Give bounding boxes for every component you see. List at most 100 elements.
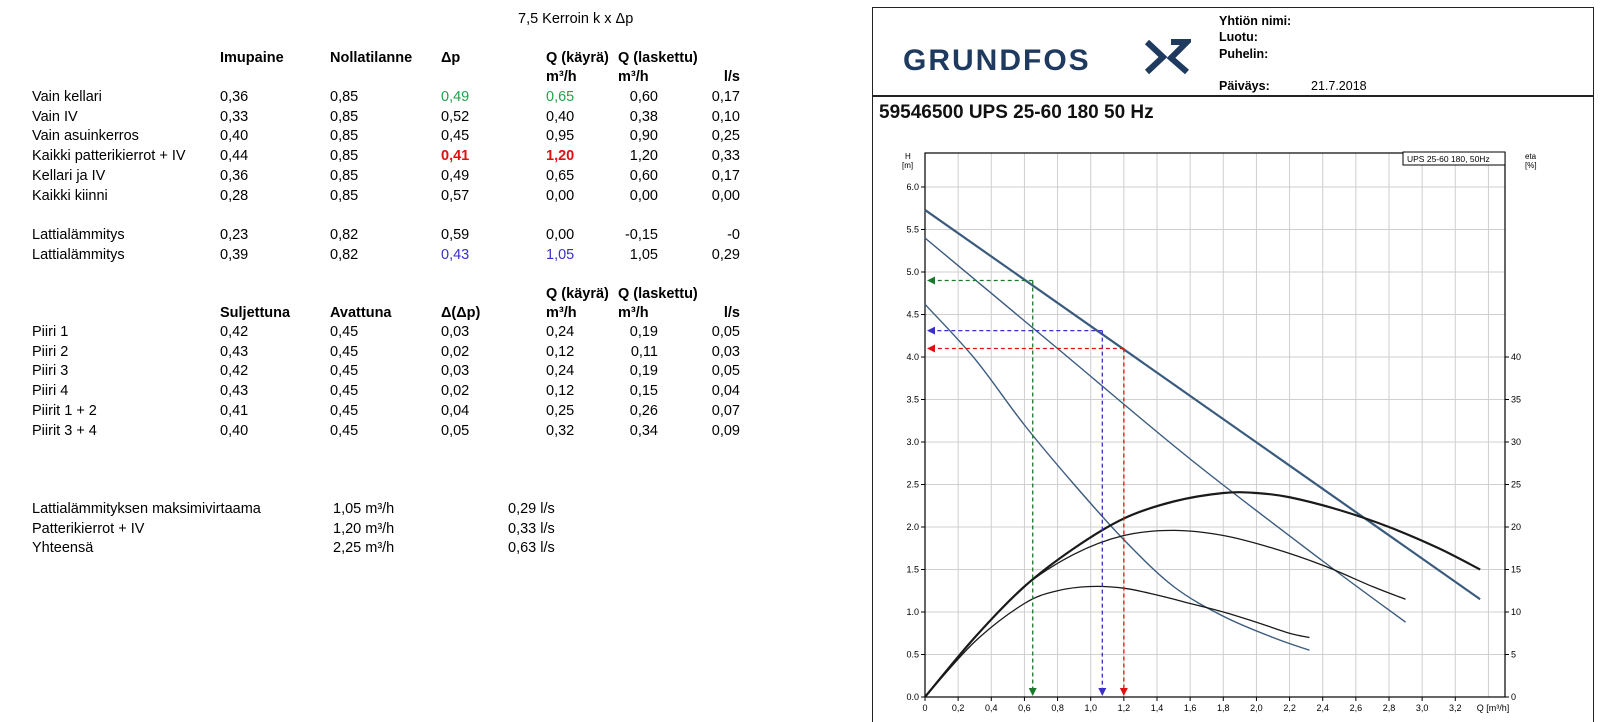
table-cell: 0,39 (220, 246, 249, 263)
table-cell: -0,15 (624, 227, 658, 243)
table-cell: 0,04 (441, 402, 470, 419)
summary-label: Patterikierrot + IV (32, 520, 145, 537)
table-cell: 0,45 (441, 128, 470, 145)
table-cell: 0,45 (330, 363, 359, 380)
table-cell: 0,02 (441, 343, 470, 360)
row-label: Piiri 3 (32, 363, 69, 380)
col-header: Suljettuna (220, 305, 291, 321)
table-cell: 0,00 (546, 187, 575, 204)
x-axis-label: Q [m³/h] (1477, 703, 1510, 713)
table-cell: 0,33 (711, 148, 740, 165)
date-label: Päiväys: (1219, 79, 1270, 93)
x-tick-label: 2,0 (1250, 703, 1263, 713)
table-cell: 0,03 (711, 343, 740, 360)
table-cell: 0,15 (629, 383, 658, 400)
table-cell: 0,85 (330, 128, 359, 145)
table-cell: 0,17 (711, 167, 740, 184)
table-cell: 1,05 (629, 246, 658, 263)
y2-axis-label: eta (1525, 152, 1537, 161)
table-cell: 0,43 (220, 383, 249, 400)
table-cell: 0,43 (441, 246, 470, 263)
summary-ls: 0,29 l/s (508, 501, 555, 517)
pump-curve-chart: 0.0 0.5 1.0 1.5 2.0 2.5 3.0 3.5 4.0 4.5 5.0 5.5 6.0 0… (902, 151, 1537, 713)
x-tick-label: 1,6 (1184, 703, 1197, 713)
summary-label: Lattialämmityksen maksimivirtaama (32, 501, 261, 517)
model-title: 59546500 UPS 25-60 180 50 Hz (879, 102, 1154, 123)
table-cell: 0,52 (441, 108, 470, 125)
x-tick-label: 0,8 (1051, 703, 1064, 713)
table-cell: 0,95 (546, 128, 575, 145)
unit-header: m³/h (618, 69, 649, 85)
operating-point-v-arrow (1028, 688, 1037, 696)
y-tick-label: 0.5 (906, 650, 919, 660)
kerroin-label: 7,5 Kerroin k x Δp (518, 11, 634, 27)
table-cell: 0,45 (330, 402, 359, 419)
summary-ls: 0,63 l/s (508, 540, 555, 556)
efficiency-curve (924, 529, 1406, 698)
summary-ls: 0,33 l/s (508, 520, 555, 537)
x-tick-label: 1,0 (1084, 703, 1097, 713)
y-tick-label: 1.0 (906, 607, 919, 617)
table-cell: 0,40 (546, 108, 575, 125)
pump-datasheet: GRUNDFOS Yhtiön nimi: Luotu: Puhelin: Pä… (872, 7, 1594, 722)
y2-tick-label: 20 (1511, 522, 1521, 532)
operating-point-h-arrow (927, 276, 935, 285)
row-label: Vain kellari (32, 89, 102, 105)
y2-tick-label: 35 (1511, 395, 1521, 405)
table-cell: 0,34 (629, 422, 658, 439)
table-cell: 0,24 (546, 324, 575, 340)
table-cell: 0,29 (711, 246, 740, 263)
grundfos-logo-text: GRUNDFOS (903, 44, 1091, 77)
summary-flow: 1,05 m³/h (333, 501, 395, 517)
efficiency-curve (924, 491, 1481, 698)
x-tick-label: 1,2 (1118, 703, 1131, 713)
operating-point-v-arrow (1098, 688, 1107, 696)
y-tick-label: 1.5 (906, 565, 919, 575)
phone-label: Puhelin: (1219, 47, 1269, 61)
y2-axis-label-unit: [%] (1525, 161, 1537, 170)
table-cell: 0,41 (220, 402, 249, 419)
table-cell: 0,12 (546, 383, 575, 400)
col-header: Q (laskettu) (618, 50, 698, 66)
table-cell: 0,24 (546, 363, 575, 380)
row-label: Kellari ja IV (32, 167, 106, 184)
table-cell: 0,25 (711, 128, 740, 145)
table-cell: 0,12 (546, 343, 575, 360)
table-cell: 0,45 (330, 422, 359, 439)
table-cell: 0,00 (711, 187, 740, 204)
row-label: Kaikki kiinni (32, 187, 108, 204)
table-cell: 0,02 (441, 383, 470, 400)
table-cell: 0,04 (711, 383, 740, 400)
y2-tick-label: 10 (1511, 607, 1521, 617)
unit-header: m³/h (546, 305, 577, 321)
x-tick-label: 0 (922, 703, 927, 713)
col-header: Nollatilanne (330, 50, 413, 66)
table-cell: 0,85 (330, 167, 359, 184)
table-cell: 0,07 (711, 402, 740, 419)
y-tick-label: 4.0 (906, 352, 919, 362)
table-cell: 0,85 (330, 187, 359, 204)
y2-tick-label: 15 (1511, 565, 1521, 575)
y-tick-label: 3.0 (906, 437, 919, 447)
table-cell: 0,09 (711, 422, 740, 439)
table-cell: 0,26 (629, 402, 658, 419)
operating-point-v-arrow (1119, 688, 1128, 696)
created-label: Luotu: (1219, 30, 1258, 44)
table-cell: 1,05 (546, 246, 575, 263)
table-cell: 0,49 (441, 89, 470, 105)
table-cell: 0,85 (330, 148, 359, 165)
row-label: Lattialämmitys (32, 246, 125, 263)
x-tick-label: 2,8 (1383, 703, 1396, 713)
grundfos-logo-icon (1144, 39, 1191, 75)
table-cell: 0,19 (629, 363, 658, 380)
legend-text: UPS 25-60 180, 50Hz (1407, 154, 1490, 164)
x-tick-label: 3,0 (1416, 703, 1429, 713)
y-axis-label-unit: [m] (902, 161, 913, 170)
row-label: Vain asuinkerros (32, 128, 139, 145)
row-label: Piirit 1 + 2 (32, 402, 97, 419)
table-cell: 0,33 (220, 108, 249, 125)
x-tick-label: 1,8 (1217, 703, 1230, 713)
head-curve (924, 237, 1406, 623)
head-curve (924, 303, 1310, 651)
y2-tick-label: 30 (1511, 437, 1521, 447)
